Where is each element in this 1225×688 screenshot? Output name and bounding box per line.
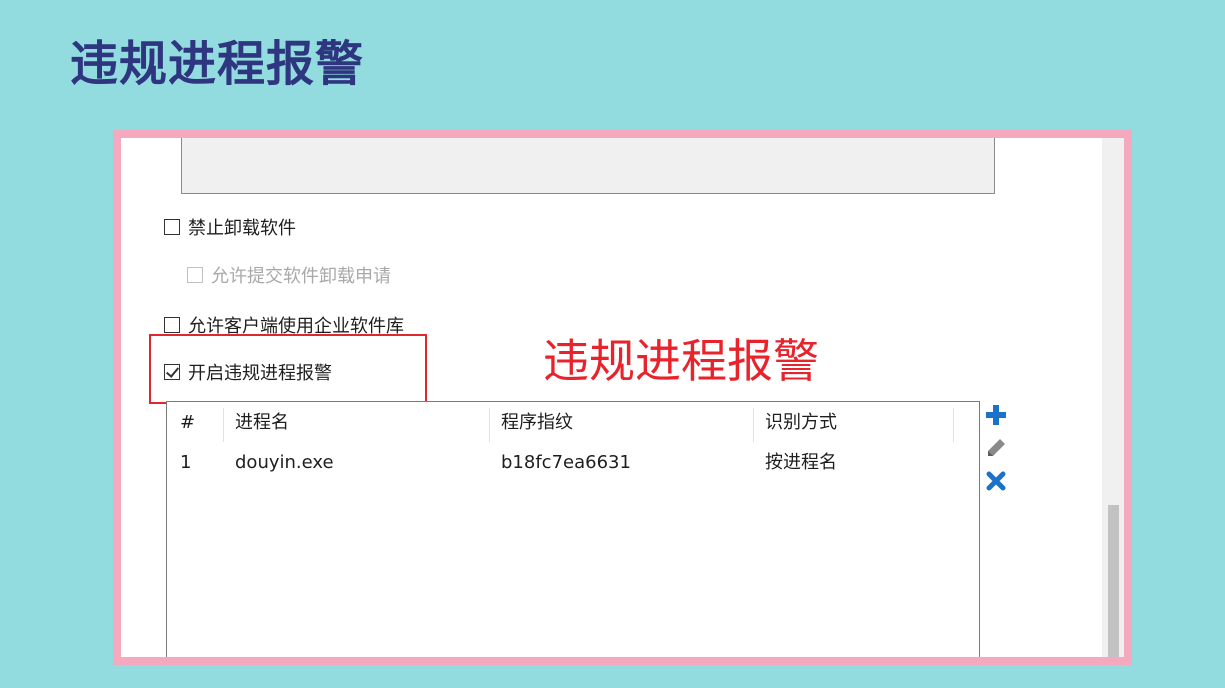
add-button[interactable]	[983, 402, 1009, 428]
disable-uninstall-checkbox[interactable]	[164, 219, 180, 235]
allow-uninstall-request-label: 允许提交软件卸载申请	[211, 266, 391, 287]
column-header-process[interactable]: 进程名	[235, 408, 289, 438]
disable-uninstall-label: 禁止卸载软件	[188, 218, 296, 239]
column-divider[interactable]	[223, 408, 224, 442]
settings-window: 禁止卸载软件 允许提交软件卸载申请 允许客户端使用企业软件库 开启违规进程报警 …	[121, 138, 1124, 657]
allow-uninstall-request-checkbox	[187, 267, 203, 283]
annotation-label: 违规进程报警	[543, 334, 819, 388]
row-index: 1	[180, 452, 192, 473]
delete-button[interactable]	[983, 468, 1009, 494]
process-list[interactable]: # 进程名 程序指纹 识别方式 1 douyin.exe b18fc7ea663…	[166, 401, 980, 657]
vertical-scrollbar[interactable]	[1102, 138, 1124, 657]
table-row[interactable]: 1 douyin.exe b18fc7ea6631 按进程名	[167, 448, 979, 478]
list-header: # 进程名 程序指纹 识别方式	[167, 408, 979, 442]
row-method: 按进程名	[765, 452, 837, 473]
column-divider[interactable]	[953, 408, 954, 442]
row-process-name: douyin.exe	[235, 452, 334, 473]
column-header-method[interactable]: 识别方式	[765, 408, 837, 438]
pencil-icon	[988, 439, 1005, 456]
highlight-box	[149, 334, 427, 404]
slide-title: 违规进程报警	[70, 36, 365, 92]
edit-button[interactable]	[983, 435, 1009, 461]
screenshot-frame: 禁止卸载软件 允许提交软件卸载申请 允许客户端使用企业软件库 开启违规进程报警 …	[113, 130, 1132, 665]
column-header-index[interactable]: #	[180, 408, 195, 438]
allow-uninstall-request-option: 允许提交软件卸载申请	[187, 262, 391, 288]
column-divider[interactable]	[753, 408, 754, 442]
column-header-fingerprint[interactable]: 程序指纹	[501, 408, 573, 438]
scrollbar-thumb[interactable]	[1108, 505, 1119, 657]
disable-uninstall-option[interactable]: 禁止卸载软件	[164, 214, 296, 240]
plus-icon	[986, 405, 1006, 425]
row-fingerprint: b18fc7ea6631	[501, 452, 631, 473]
column-divider[interactable]	[489, 408, 490, 442]
list-toolbar	[983, 402, 1009, 501]
text-area[interactable]	[181, 138, 995, 194]
close-icon	[986, 471, 1006, 491]
allow-software-library-checkbox[interactable]	[164, 317, 180, 333]
